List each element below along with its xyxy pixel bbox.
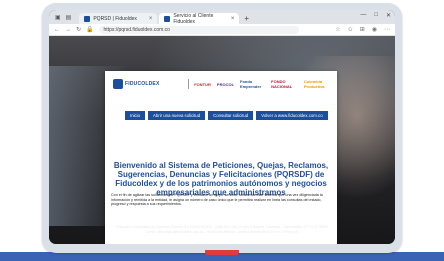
new-tab-button[interactable]: + bbox=[244, 13, 249, 24]
tab-actions: ▣ ▤ bbox=[55, 10, 71, 24]
nav-nueva-solicitud[interactable]: Abrir una nueva solicitud bbox=[148, 111, 206, 120]
browser-window: ▣ ▤ PQRSD | Fiduoldex × Servicio al Clie… bbox=[49, 10, 395, 244]
page-viewport: FIDUCOLDEX FONTUR PROCOL Fondo Emprender… bbox=[49, 36, 395, 244]
page-footer: Fiduciaria Colombiana de Comercio Exteri… bbox=[69, 225, 375, 234]
partner-logo: Fondo Emprender bbox=[240, 79, 262, 89]
tab-label: PQRSD | Fiduoldex bbox=[93, 15, 137, 22]
collections-icon[interactable]: ⊞ bbox=[360, 26, 365, 33]
tab-servicio-cliente[interactable]: Servicio al Cliente Fiduoldex × bbox=[159, 12, 240, 25]
main-nav: Inicio Abrir una nueva solicitud Consult… bbox=[125, 111, 328, 120]
workspaces-icon[interactable]: ▣ bbox=[55, 14, 61, 21]
favorites-icon[interactable]: ✩ bbox=[348, 26, 353, 33]
tab-bar: ▣ ▤ PQRSD | Fiduoldex × Servicio al Clie… bbox=[49, 10, 395, 25]
laptop-notch bbox=[205, 250, 239, 255]
url-field[interactable]: https://pqrsd.fiduoldex.com.co bbox=[98, 25, 299, 34]
tab-label: Servicio al Cliente Fiduoldex bbox=[173, 12, 214, 25]
partner-logo: FONTUR bbox=[194, 81, 211, 87]
window-controls: — □ ✕ bbox=[360, 12, 391, 19]
toolbar-icons: ☆ ✩ ⊞ ◉ ⋯ bbox=[335, 26, 390, 33]
favicon-icon bbox=[84, 15, 91, 22]
close-icon[interactable]: × bbox=[231, 16, 235, 22]
intro-text: Con el fin de agilizar las solicitudes d… bbox=[111, 193, 323, 207]
nav-consultar-solicitud[interactable]: Consultar solicitud bbox=[208, 111, 254, 120]
content-card: FIDUCOLDEX FONTUR PROCOL Fondo Emprender… bbox=[105, 71, 337, 244]
profile-icon[interactable]: ◉ bbox=[372, 26, 377, 33]
star-icon[interactable]: ☆ bbox=[335, 26, 340, 33]
fiducoldex-logo[interactable]: FIDUCOLDEX bbox=[113, 79, 160, 89]
partner-logo: FONDO NACIONAL bbox=[271, 79, 293, 89]
back-button[interactable]: ← bbox=[54, 27, 60, 33]
footer-contact: Correo: fiducoldex@fiducoldex.com.co - H… bbox=[145, 229, 299, 234]
favicon-icon bbox=[164, 15, 171, 22]
logo-divider bbox=[187, 79, 189, 89]
brand-name: FIDUCOLDEX bbox=[125, 81, 160, 87]
close-window-button[interactable]: ✕ bbox=[386, 12, 391, 19]
nav-inicio[interactable]: Inicio bbox=[125, 111, 146, 120]
partner-logo: Colombia Productiva bbox=[303, 79, 325, 89]
forward-button[interactable]: → bbox=[65, 27, 71, 33]
reload-button[interactable]: ↻ bbox=[76, 26, 81, 33]
tab-list-icon[interactable]: ▤ bbox=[66, 14, 72, 21]
partner-logo: PROCOL bbox=[216, 81, 235, 87]
menu-icon[interactable]: ⋯ bbox=[384, 26, 390, 33]
nav-volver-sitio[interactable]: Volver a www.fiducoldex.com.co bbox=[256, 111, 328, 120]
minimize-button[interactable]: — bbox=[360, 12, 366, 19]
tab-pqrsd[interactable]: PQRSD | Fiduoldex × bbox=[79, 13, 158, 24]
address-bar: ← → ↻ 🔒 https://pqrsd.fiduoldex.com.co ☆… bbox=[49, 24, 395, 36]
logo-strip: FIDUCOLDEX FONTUR PROCOL Fondo Emprender… bbox=[113, 79, 333, 89]
close-icon[interactable]: × bbox=[149, 16, 153, 22]
maximize-button[interactable]: □ bbox=[374, 12, 378, 19]
lock-icon: 🔒 bbox=[86, 27, 94, 33]
page-title: Bienvenido al Sistema de Peticiones, Que… bbox=[113, 161, 329, 197]
fiducoldex-mark-icon bbox=[113, 79, 123, 89]
